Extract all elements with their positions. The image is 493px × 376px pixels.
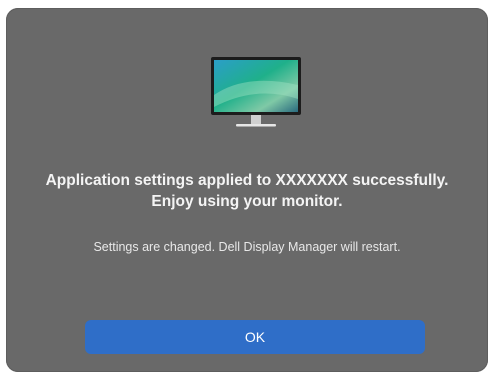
dialog-message: Settings are changed. Dell Display Manag… [93, 240, 401, 254]
ok-button[interactable]: OK [85, 320, 425, 354]
monitor-icon [206, 55, 306, 135]
dialog-title: Application settings applied to XXXXXXX … [45, 172, 449, 210]
restart-dialog: Application settings applied to XXXXXXX … [6, 8, 488, 372]
